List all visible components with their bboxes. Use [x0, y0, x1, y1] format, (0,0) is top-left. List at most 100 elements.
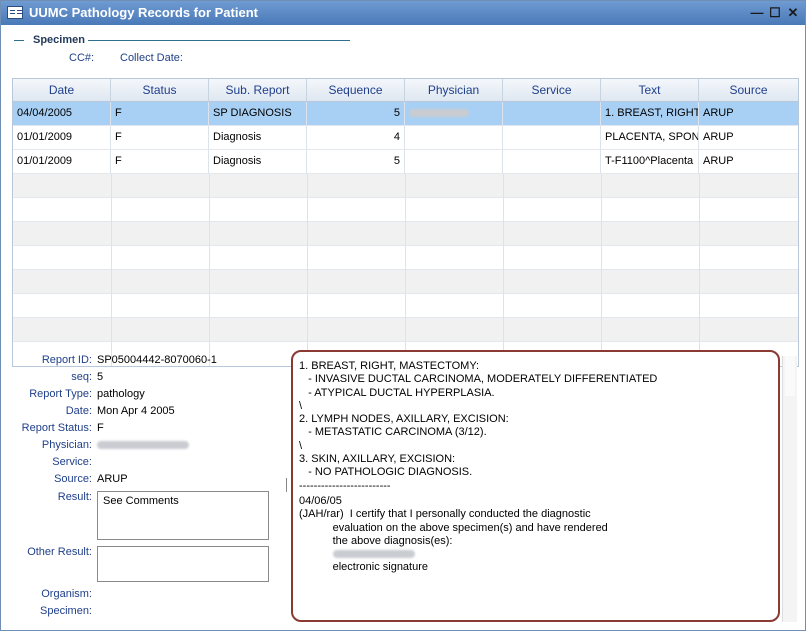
physician-value: [97, 439, 189, 451]
report-line: - ATYPICAL DUCTAL HYPERPLASIA.: [299, 386, 495, 399]
redacted-physician: [97, 441, 189, 450]
legend-line-right: [88, 40, 350, 41]
cell-sequence: 4: [307, 126, 405, 149]
report-line: \: [299, 439, 303, 452]
report-line: -------------------------: [299, 479, 391, 492]
cell-service: [503, 126, 601, 149]
report-line: 3. SKIN, AXILLARY, EXCISION:: [299, 453, 456, 466]
scrollbar-thumb[interactable]: [785, 356, 795, 396]
report-id-value: SP05004442-8070060-1: [97, 354, 217, 366]
cell-status: F: [111, 126, 209, 149]
result-label: Result:: [57, 491, 92, 503]
column-divider: [307, 174, 308, 366]
specimen-label: Specimen:: [40, 605, 92, 617]
column-divider: [111, 174, 112, 366]
source-value: ARUP: [97, 473, 128, 485]
report-line: [299, 548, 772, 561]
seq-label: seq:: [71, 371, 92, 383]
column-divider: [209, 174, 210, 366]
seq-value: 5: [97, 371, 104, 383]
column-header-status[interactable]: Status: [111, 79, 209, 101]
report-id-label: Report ID:: [41, 354, 92, 366]
cell-text: T-F1100^Placenta: [601, 150, 699, 173]
specimen-section-label: Specimen: [33, 34, 85, 46]
source-label: Source:: [54, 473, 92, 485]
column-header-sub-report[interactable]: Sub. Report: [209, 79, 307, 101]
report-line: - METASTATIC CARCINOMA (3/12).: [299, 426, 487, 439]
cell-text: 1. BREAST, RIGHT: [601, 102, 699, 125]
table-row[interactable]: 01/01/2009 F Diagnosis 5 T-F1100^Placent…: [13, 150, 798, 174]
cell-source: ARUP: [703, 131, 734, 143]
table-row[interactable]: 04/04/2005 F SP DIAGNOSIS 5 1. BREAST, R…: [13, 102, 798, 126]
pathology-records-grid[interactable]: Date Status Sub. Report Sequence Physici…: [12, 78, 799, 367]
dialog-content: Specimen CC#: Collect Date: Date Status …: [2, 26, 804, 630]
cell-physician: [405, 126, 503, 149]
report-line: (JAH/rar) I certify that I personally co…: [299, 508, 591, 521]
physician-label: Physician:: [41, 439, 92, 451]
report-scrollbar[interactable]: [782, 356, 797, 622]
other-result-label: Other Result:: [27, 546, 92, 558]
redacted-physician: [409, 109, 469, 118]
report-type-label: Report Type:: [29, 388, 92, 400]
cell-sequence: 5: [307, 150, 405, 173]
report-status-value: F: [97, 422, 104, 434]
cell-service: [503, 102, 601, 125]
date-value: Mon Apr 4 2005: [97, 405, 175, 417]
report-line: evaluation on the above specimen(s) and …: [299, 521, 608, 534]
report-line: 04/06/05: [299, 494, 342, 507]
report-line: electronic signature: [299, 561, 429, 574]
cell-source: ARUP: [703, 155, 734, 167]
report-type-value: pathology: [97, 388, 145, 400]
cell-date: 04/04/2005: [13, 102, 111, 125]
pathology-records-window: UUMC Pathology Records for Patient — ☐ ✕…: [0, 0, 806, 631]
grid-header: Date Status Sub. Report Sequence Physici…: [13, 79, 798, 102]
window-title: UUMC Pathology Records for Patient: [29, 5, 258, 20]
cell-sequence: 5: [307, 102, 405, 125]
cell-physician: [405, 102, 503, 125]
cell-service: [503, 150, 601, 173]
report-line: 2. LYMPH NODES, AXILLARY, EXCISION:: [299, 413, 509, 426]
cell-physician: [405, 150, 503, 173]
collect-date-label: Collect Date:: [120, 52, 183, 64]
report-line: 1. BREAST, RIGHT, MASTECTOMY:: [299, 360, 480, 372]
document-icon: [7, 6, 23, 19]
cell-status: F: [111, 150, 209, 173]
cell-date: 01/01/2009: [13, 150, 111, 173]
column-header-text[interactable]: Text: [601, 79, 699, 101]
cell-source: ARUP: [703, 107, 734, 119]
report-line: - NO PATHOLOGIC DIAGNOSIS.: [299, 466, 473, 479]
column-header-physician[interactable]: Physician: [405, 79, 503, 101]
cell-sub-report: Diagnosis: [209, 150, 307, 173]
cell-text: PLACENTA, SPON: [601, 126, 699, 149]
result-textarea[interactable]: See Comments: [97, 491, 269, 540]
other-result-textarea[interactable]: [97, 546, 269, 582]
report-line: the above diagnosis(es):: [299, 534, 453, 547]
date-label: Date:: [65, 405, 92, 417]
title-bar[interactable]: UUMC Pathology Records for Patient — ☐ ✕: [1, 1, 805, 25]
column-divider: [601, 174, 602, 366]
column-divider: [699, 174, 700, 366]
table-row[interactable]: 01/01/2009 F Diagnosis 4 PLACENTA, SPON …: [13, 126, 798, 150]
redacted-signature-name: [332, 550, 415, 559]
column-divider: [503, 174, 504, 366]
report-line: \: [299, 399, 303, 412]
organism-label: Organism:: [41, 588, 92, 600]
report-status-label: Report Status:: [21, 422, 92, 434]
column-header-source[interactable]: Source: [699, 79, 798, 101]
cell-status: F: [111, 102, 209, 125]
maximize-button[interactable]: ☐: [767, 5, 783, 21]
cc-number-label: CC#:: [69, 52, 95, 64]
cell-sub-report: SP DIAGNOSIS: [209, 102, 307, 125]
column-header-service[interactable]: Service: [503, 79, 601, 101]
column-header-sequence[interactable]: Sequence: [307, 79, 405, 101]
cell-sub-report: Diagnosis: [209, 126, 307, 149]
minimize-button[interactable]: —: [749, 5, 765, 21]
service-label: Service:: [52, 456, 92, 468]
legend-line-left: [14, 40, 24, 41]
specimen-section-header: Specimen: [14, 34, 350, 46]
close-button[interactable]: ✕: [785, 5, 801, 21]
pathology-report-text[interactable]: 1. BREAST, RIGHT, MASTECTOMY: - INVASIVE…: [291, 350, 780, 622]
column-divider: [405, 174, 406, 366]
column-header-date[interactable]: Date: [13, 79, 111, 101]
cell-date: 01/01/2009: [13, 126, 111, 149]
